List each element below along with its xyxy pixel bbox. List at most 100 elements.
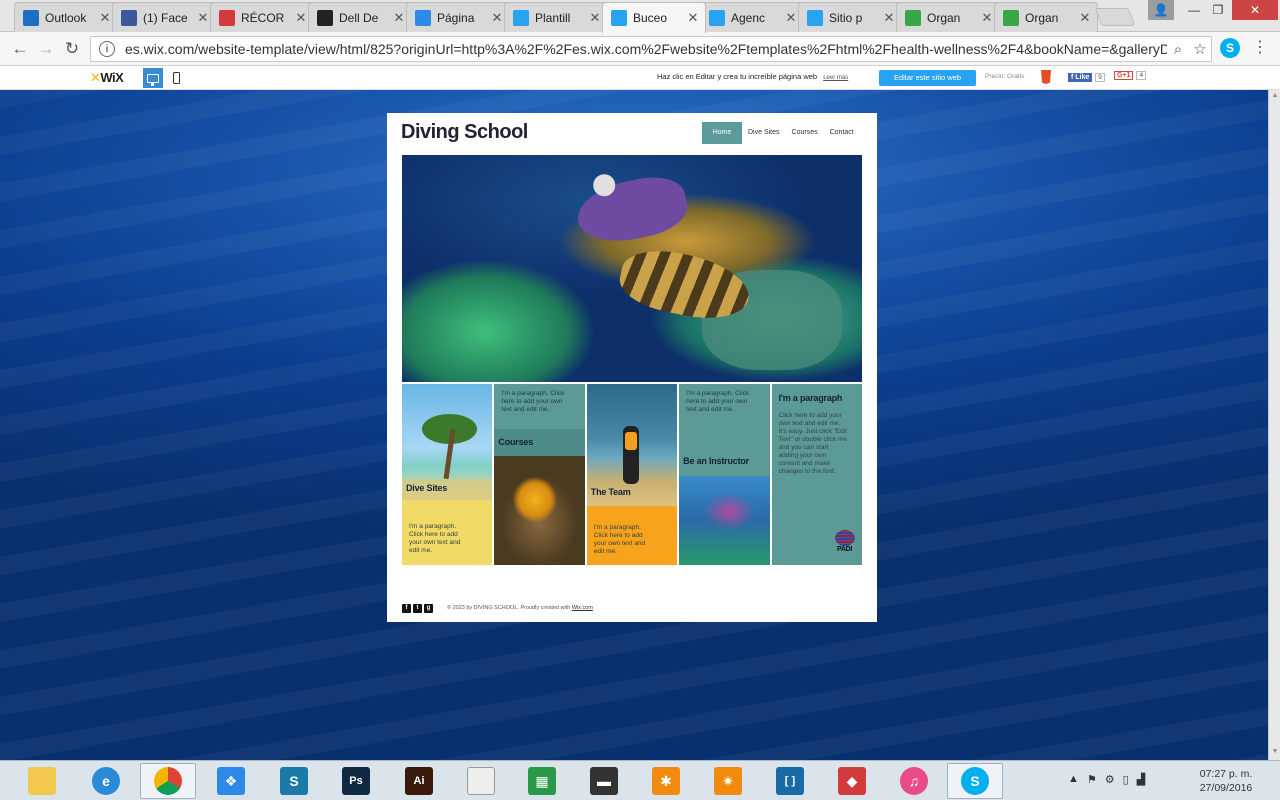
tile-title[interactable]: Courses (498, 437, 533, 447)
tile-paragraph[interactable]: I'm a paragraph. Click here to add your … (501, 390, 573, 414)
browser-tab[interactable]: Sitio p ✕ (798, 2, 902, 32)
network-share-icon[interactable]: ⚙ (1105, 773, 1115, 786)
taskbar-button[interactable]: ✷ (700, 763, 756, 799)
close-tab-icon[interactable]: ✕ (99, 10, 111, 26)
tile-paragraph[interactable]: I'm a paragraph. Click here to add your … (594, 524, 656, 556)
close-tab-icon[interactable]: ✕ (491, 10, 503, 26)
skype-extension-icon[interactable]: S (1220, 38, 1240, 58)
dropbox-icon: ❖ (217, 767, 245, 795)
bookmark-star-icon[interactable]: ☆ (1189, 40, 1211, 58)
taskbar-button[interactable]: ♫ (886, 763, 942, 799)
nav-dive-sites[interactable]: Dive Sites (742, 122, 786, 144)
browser-tab[interactable]: Organ ✕ (994, 2, 1098, 32)
nav-home[interactable]: Home (702, 122, 742, 144)
menu-icon[interactable]: ⋮ (1252, 40, 1268, 56)
wix-preview-bar: ✕WiX Haz clic en Editar y crea tu increí… (0, 66, 1280, 90)
tile-paragraph-info[interactable]: I'm a paragraph Click here to add your o… (771, 384, 862, 565)
taskbar-button[interactable]: ◆ (824, 763, 880, 799)
close-tab-icon[interactable]: ✕ (589, 10, 601, 26)
tile-title[interactable]: The Team (591, 487, 631, 497)
address-bar[interactable]: i es.wix.com/website-template/view/html/… (90, 36, 1212, 62)
taskbar-button[interactable]: e (78, 763, 134, 799)
tile-dive-sites[interactable]: Dive Sites I'm a paragraph. Click here t… (402, 384, 493, 565)
zoom-icon[interactable]: ⌕ (1167, 41, 1189, 58)
restore-button[interactable]: ❐ (1204, 0, 1232, 20)
taskbar-button[interactable]: S (266, 763, 322, 799)
browser-tab[interactable]: Página ✕ (406, 2, 510, 32)
tile-paragraph[interactable]: Click here to add your own text and edit… (779, 412, 849, 476)
user-profile-icon[interactable]: 👤 (1148, 0, 1174, 20)
tile-be-an-instructor[interactable]: I'm a paragraph. Click here to add your … (679, 384, 770, 565)
clock[interactable]: 07:27 p. m. 27/09/2016 (1194, 767, 1258, 795)
flag-icon[interactable]: ⚑ (1087, 773, 1097, 786)
mobile-view-button[interactable] (166, 68, 186, 88)
facebook-like[interactable]: f Like 9 (1068, 71, 1105, 83)
close-tab-icon[interactable]: ✕ (197, 10, 209, 26)
reload-icon[interactable]: ↻ (60, 38, 84, 60)
taskbar-button[interactable] (14, 763, 70, 799)
edit-site-button[interactable]: Editar este sitio web (879, 70, 976, 86)
browser-tab[interactable]: Organ ✕ (896, 2, 1000, 32)
tile-courses[interactable]: I'm a paragraph. Click here to add your … (494, 384, 585, 565)
taskbar-button[interactable] (453, 763, 509, 799)
back-icon[interactable]: ← (8, 38, 32, 60)
taskbar-button[interactable] (140, 763, 196, 799)
site-info-icon[interactable]: i (99, 41, 115, 57)
browser-tab[interactable]: (1) Face ✕ (112, 2, 216, 32)
tile-title[interactable]: I'm a paragraph (779, 393, 843, 403)
taskbar-button[interactable]: S (947, 763, 1003, 799)
close-tab-icon[interactable]: ✕ (687, 10, 699, 26)
scroll-down-icon[interactable]: ▼ (1271, 748, 1279, 755)
site-title[interactable]: Diving School (401, 121, 528, 144)
nav-courses[interactable]: Courses (786, 122, 824, 144)
signal-icon[interactable]: ▟ (1137, 773, 1145, 786)
close-tab-icon[interactable]: ✕ (785, 10, 797, 26)
nav-contact[interactable]: Contact (824, 122, 860, 144)
vertical-scrollbar[interactable]: ▲ ▼ (1268, 90, 1280, 760)
tile-title[interactable]: Dive Sites (406, 483, 447, 493)
close-tab-icon[interactable]: ✕ (981, 10, 993, 26)
browser-tab[interactable]: Agenc ✕ (700, 2, 804, 32)
new-tab-button[interactable] (1094, 8, 1136, 26)
wix-logo[interactable]: ✕WiX (90, 70, 124, 86)
browser-tab[interactable]: Plantill ✕ (504, 2, 608, 32)
close-tab-icon[interactable]: ✕ (295, 10, 307, 26)
battery-icon[interactable]: ▯ (1123, 773, 1129, 786)
close-tab-icon[interactable]: ✕ (1079, 10, 1091, 26)
diver-figure (622, 426, 639, 484)
learn-more-link[interactable]: Leer más (823, 75, 848, 81)
scroll-up-icon[interactable]: ▲ (1271, 92, 1279, 99)
twitter-icon[interactable]: t (413, 603, 422, 613)
close-tab-icon[interactable]: ✕ (883, 10, 895, 26)
taskbar-button[interactable]: ▦ (514, 763, 570, 799)
tile-title[interactable]: Be an Instructor (683, 456, 749, 466)
taskbar-button[interactable]: Ps (328, 763, 384, 799)
tile-the-team[interactable]: The Team I'm a paragraph. Click here to … (586, 384, 678, 565)
browser-tab[interactable]: Outlook ✕ (14, 2, 118, 32)
browser-tab[interactable]: Buceo ✕ (602, 2, 706, 33)
google-plus-icon[interactable]: g (424, 603, 433, 613)
desktop-view-button[interactable] (143, 68, 163, 88)
taskbar-button[interactable]: [ ] (762, 763, 818, 799)
facebook-like-button[interactable]: f Like (1068, 72, 1093, 82)
browser-tab[interactable]: RÉCOR ✕ (210, 2, 314, 32)
taskbar-button[interactable]: ❖ (203, 763, 259, 799)
browser-tab[interactable]: Dell De ✕ (308, 2, 412, 32)
tile-paragraph[interactable]: I'm a paragraph. Click here to add your … (686, 390, 758, 414)
wix-link[interactable]: Wix.com (572, 605, 593, 611)
mobile-icon (172, 72, 180, 84)
close-tab-icon[interactable]: ✕ (393, 10, 405, 26)
google-plus[interactable]: G+1 4 (1114, 71, 1147, 80)
url-text[interactable]: es.wix.com/website-template/view/html/82… (125, 41, 1167, 57)
close-window-button[interactable]: ✕ (1232, 0, 1278, 20)
taskbar-button[interactable]: ✱ (638, 763, 694, 799)
spreadsheet-icon: ▦ (528, 767, 556, 795)
forward-icon[interactable]: → (34, 38, 58, 60)
tile-paragraph[interactable]: I'm a paragraph. Click here to add your … (409, 523, 471, 555)
taskbar-button[interactable]: ▬ (576, 763, 632, 799)
google-plus-button[interactable]: G+1 (1114, 71, 1134, 80)
browser-tab-title: Buceo (633, 11, 668, 25)
tray-expand-icon[interactable]: ▲ (1068, 773, 1079, 786)
facebook-icon[interactable]: f (402, 603, 411, 613)
taskbar-button[interactable]: Ai (391, 763, 447, 799)
